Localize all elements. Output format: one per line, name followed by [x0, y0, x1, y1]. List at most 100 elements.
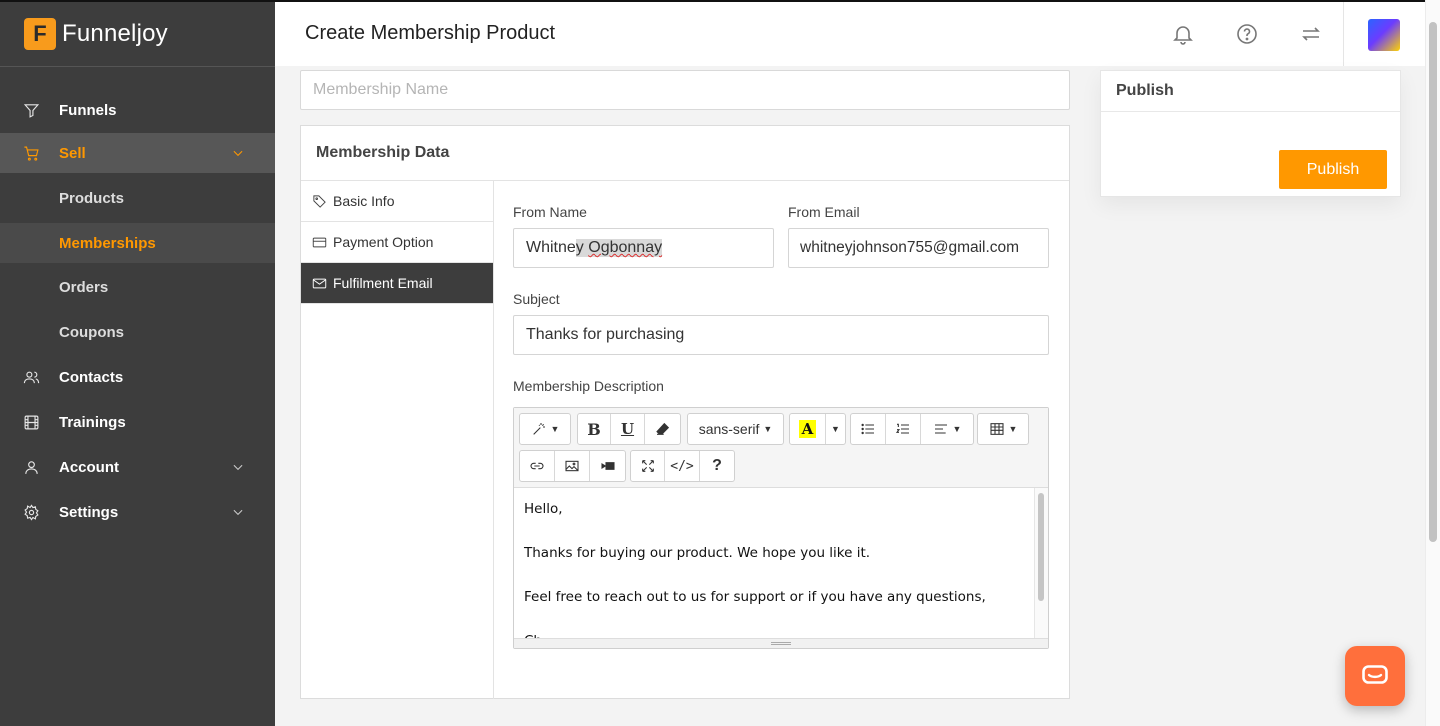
editor-line: Ch [524, 630, 1024, 638]
from-name-misspelled: Ogbonnay [588, 239, 663, 257]
sidebar-nav: Funnels Sell Products Memberships Orders… [0, 67, 275, 535]
fullscreen-button[interactable] [631, 451, 665, 481]
chevron-down-icon [231, 146, 245, 164]
editor-line: Thanks for buying our product. We hope y… [524, 545, 871, 561]
sidebar-item-memberships[interactable]: Memberships [0, 223, 275, 263]
paragraph-group: ▼ [850, 413, 974, 445]
underline-button[interactable]: U [611, 414, 645, 444]
sidebar-item-funnels[interactable]: Funnels [0, 88, 275, 133]
membership-data-card: Membership Data Basic Info Payment Optio… [300, 125, 1070, 699]
fullscreen-icon [640, 458, 656, 474]
help-button[interactable]: ? [700, 451, 734, 481]
switch-icon[interactable] [1297, 20, 1325, 48]
credit-card-icon [312, 235, 333, 250]
top-header: Create Membership Product [275, 0, 1425, 66]
tab-label: Fulfilment Email [333, 275, 433, 291]
editor-content[interactable]: Hello, Thanks for buying our product. We… [514, 488, 1034, 638]
cart-icon [22, 144, 40, 162]
color-group: A ▼ [789, 413, 846, 445]
magic-style-button[interactable]: ▼ [520, 414, 570, 444]
membership-data-tabs: Basic Info Payment Option Fulfilment Ema… [301, 181, 494, 699]
publish-card: Publish Publish [1100, 70, 1401, 197]
align-left-icon [933, 421, 949, 437]
brand-logo-icon: F [24, 18, 56, 50]
chat-icon [1362, 665, 1388, 687]
gear-icon [22, 504, 40, 522]
membership-name-input[interactable] [300, 70, 1070, 110]
sidebar-item-trainings[interactable]: Trainings [0, 400, 275, 445]
film-icon [22, 414, 40, 432]
ordered-list-button[interactable] [886, 414, 921, 444]
editor-line [524, 608, 1024, 630]
brand[interactable]: F Funneljoy [0, 2, 275, 67]
chevron-down-icon [231, 505, 245, 523]
font-family-dropdown[interactable]: sans-serif ▼ [688, 414, 783, 444]
image-button[interactable] [555, 451, 590, 481]
code-icon: </> [670, 458, 694, 474]
sidebar-item-products[interactable]: Products [0, 176, 275, 221]
link-button[interactable] [520, 451, 555, 481]
bullet-list-icon [860, 421, 876, 437]
bullet-list-button[interactable] [851, 414, 886, 444]
sidebar-item-contacts[interactable]: Contacts [0, 355, 275, 400]
help-icon[interactable] [1233, 20, 1261, 48]
align-dropdown-button[interactable]: ▼ [921, 414, 973, 444]
filter-icon [22, 102, 40, 120]
table-icon [989, 421, 1005, 437]
publish-button[interactable]: Publish [1279, 150, 1387, 189]
sidebar-item-label: Trainings [59, 414, 126, 431]
chevron-down-icon [231, 460, 245, 478]
color-dropdown-button[interactable]: ▼ [826, 414, 845, 444]
editor-line [524, 520, 1024, 542]
table-button[interactable]: ▼ [978, 414, 1028, 444]
tab-label: Payment Option [333, 234, 434, 250]
publish-title: Publish [1101, 71, 1400, 112]
sidebar-item-sell[interactable]: Sell [0, 133, 275, 173]
eraser-button[interactable] [645, 414, 680, 444]
brand-name: Funneljoy [62, 20, 168, 47]
sidebar-item-coupons[interactable]: Coupons [0, 310, 275, 355]
video-button[interactable] [590, 451, 625, 481]
editor-line: Hello, [524, 501, 563, 517]
sidebar-item-orders[interactable]: Orders [0, 265, 275, 310]
membership-data-title: Membership Data [301, 126, 1069, 181]
subject-label: Subject [513, 291, 560, 307]
sidebar-item-label: Contacts [59, 369, 124, 386]
tab-payment-option[interactable]: Payment Option [301, 222, 493, 263]
tab-basic-info[interactable]: Basic Info [301, 181, 493, 222]
page-title: Create Membership Product [305, 22, 556, 44]
sidebar-item-label: Funnels [59, 102, 117, 119]
style-group: ▼ [519, 413, 571, 445]
tab-fulfilment-email[interactable]: Fulfilment Email [301, 263, 493, 304]
link-icon [529, 458, 545, 474]
from-name-selection: y [575, 239, 589, 257]
bold-button[interactable]: B [578, 414, 611, 444]
tab-label: Basic Info [333, 193, 395, 209]
question-icon: ? [712, 457, 722, 474]
subject-input[interactable]: Thanks for purchasing [513, 315, 1049, 355]
bell-icon[interactable] [1169, 20, 1197, 48]
text-color-button[interactable]: A [790, 414, 826, 444]
sidebar-item-settings[interactable]: Settings [0, 490, 275, 535]
editor-toolbar: ▼ B U sans-serif ▼ A ▼ ▼ ▼ </> ? [514, 408, 1048, 488]
avatar[interactable] [1368, 19, 1400, 51]
editor-line: Feel free to reach out to us for support… [524, 589, 986, 605]
from-name-label: From Name [513, 204, 587, 220]
mail-icon [312, 276, 333, 291]
table-group: ▼ [977, 413, 1029, 445]
editor-resize-handle[interactable] [514, 638, 1048, 648]
sidebar-item-account[interactable]: Account [0, 445, 275, 490]
editor-scrollbar-thumb[interactable] [1038, 493, 1044, 601]
code-view-button[interactable]: </> [665, 451, 700, 481]
from-name-input[interactable]: Whitne y Ogbonnay [513, 228, 774, 268]
from-name-text: Whitne [526, 239, 576, 256]
page-scrollbar-thumb[interactable] [1429, 22, 1437, 542]
from-email-input[interactable]: whitneyjohnson755@gmail.com [788, 228, 1049, 268]
from-email-label: From Email [788, 204, 860, 220]
font-family-group: sans-serif ▼ [687, 413, 784, 445]
chat-widget-button[interactable] [1345, 646, 1405, 706]
eraser-icon [655, 421, 671, 437]
user-icon [22, 459, 40, 477]
format-group: B U [577, 413, 681, 445]
sidebar-item-label: Sell [59, 144, 86, 162]
